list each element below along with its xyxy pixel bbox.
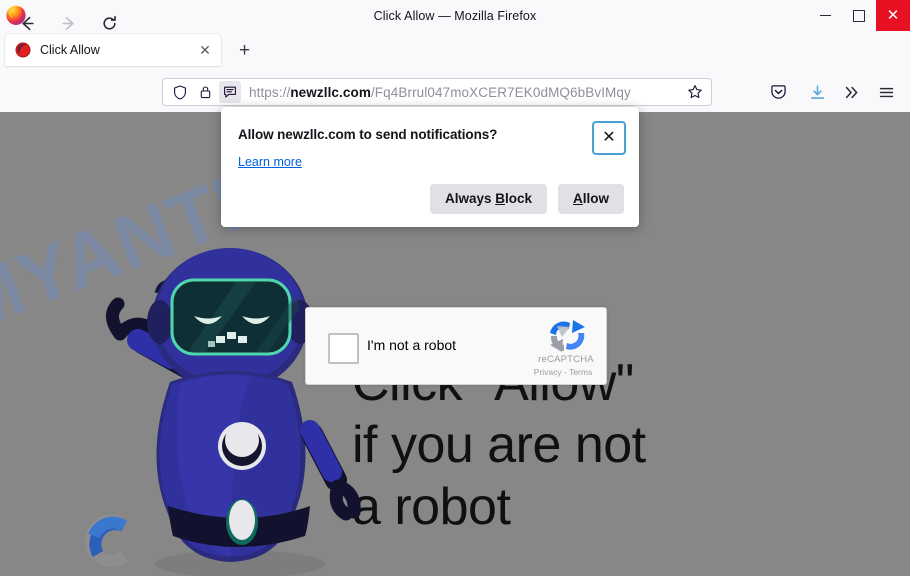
- recaptcha-checkbox[interactable]: [328, 333, 359, 364]
- allow-button[interactable]: Allow: [558, 184, 624, 214]
- back-button[interactable]: [14, 10, 40, 36]
- chevron-double-right-icon: [845, 86, 857, 98]
- url-domain: newzllc.com: [290, 84, 371, 100]
- bookmark-star-icon[interactable]: [683, 80, 707, 104]
- url-path: /Fq4Brrul047moXCER7EK0dMQ6bBvIMqy: [370, 84, 631, 100]
- learn-more-link[interactable]: Learn more: [238, 155, 302, 169]
- tab-title: Click Allow: [40, 43, 100, 57]
- forward-arrow-icon: [61, 16, 74, 30]
- forward-button[interactable]: [55, 10, 81, 36]
- new-tab-button[interactable]: +: [232, 38, 257, 63]
- hamburger-menu-icon: [879, 87, 893, 97]
- downloads-button[interactable]: [804, 79, 830, 105]
- minimize-button[interactable]: [808, 0, 842, 31]
- download-icon: [810, 84, 824, 99]
- window-controls: ✕: [808, 0, 910, 31]
- notification-permission-icon[interactable]: [219, 81, 241, 103]
- always-block-button[interactable]: Always Block: [429, 184, 547, 214]
- always-block-prefix: Always: [444, 191, 496, 206]
- close-window-button[interactable]: ✕: [876, 0, 910, 31]
- close-icon: ✕: [886, 7, 900, 24]
- recaptcha-label: I'm not a robot: [367, 337, 457, 353]
- firefox-window: Click Allow — Mozilla Firefox ✕ Click Al…: [0, 0, 910, 576]
- recaptcha-logo-icon: [550, 320, 585, 352]
- lock-icon[interactable]: [194, 81, 216, 103]
- tab-close-icon[interactable]: ✕: [194, 39, 216, 61]
- reload-button[interactable]: [96, 10, 122, 36]
- close-icon: ✕: [602, 129, 616, 146]
- heading-line-3: a robot: [352, 478, 511, 536]
- pocket-icon: [770, 84, 786, 99]
- recaptcha-brand: reCAPTCHA: [538, 354, 594, 365]
- pocket-button[interactable]: [765, 79, 791, 105]
- shield-icon[interactable]: [169, 81, 191, 103]
- always-block-accesskey: B: [495, 191, 505, 206]
- loading-spinner-icon: [84, 515, 128, 567]
- dialog-actions: Always Block Allow: [429, 184, 624, 214]
- dialog-title: Allow newzllc.com to send notifications?: [238, 127, 498, 142]
- heading-line-2: if you are not: [352, 416, 646, 474]
- title-bar: Click Allow — Mozilla Firefox ✕: [0, 0, 910, 32]
- tab-click-allow[interactable]: Click Allow ✕: [5, 34, 221, 66]
- maximize-button[interactable]: [842, 0, 876, 31]
- url-scheme: https://: [249, 84, 291, 100]
- reload-icon: [102, 15, 116, 30]
- app-menu-button[interactable]: [873, 79, 899, 105]
- url-text[interactable]: https://newzllc.com/Fq4Brrul047moXCER7EK…: [249, 85, 683, 100]
- tab-strip: Click Allow ✕ +: [0, 31, 910, 68]
- url-bar[interactable]: https://newzllc.com/Fq4Brrul047moXCER7EK…: [162, 78, 712, 106]
- recaptcha-terms: Privacy - Terms: [533, 367, 593, 377]
- allow-accesskey: A: [573, 191, 583, 206]
- window-title: Click Allow — Mozilla Firefox: [373, 8, 537, 23]
- dialog-close-button[interactable]: ✕: [592, 121, 626, 155]
- always-block-suffix: lock: [504, 191, 532, 206]
- allow-suffix: llow: [582, 191, 609, 206]
- back-arrow-icon: [21, 16, 34, 30]
- notification-permission-dialog: Allow newzllc.com to send notifications?…: [221, 107, 639, 227]
- recaptcha-widget[interactable]: I'm not a robot reCAPTCHA Privacy - Term…: [305, 307, 607, 385]
- overflow-menu-button[interactable]: [838, 79, 864, 105]
- tab-favicon-icon: [15, 42, 31, 58]
